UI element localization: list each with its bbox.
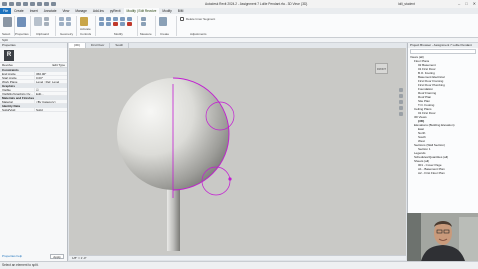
options-bar-label: Split	[2, 38, 8, 42]
viewcube[interactable]: FRONT	[375, 63, 388, 74]
presenter-video	[407, 213, 478, 261]
panel-adjustments: Adjustments	[190, 32, 207, 36]
zoom-extents-icon[interactable]	[399, 112, 403, 116]
navigation-bar	[398, 88, 404, 128]
split-element-icon[interactable]	[113, 22, 118, 26]
panel-create: Create	[160, 32, 170, 36]
ribbon: Select Properties Clipboard Geometry Act…	[0, 14, 478, 38]
family-type-icon: R	[4, 50, 14, 61]
edit-type-button[interactable]: Edit Type	[53, 63, 67, 68]
panel-geometry: Geometry	[60, 32, 74, 36]
delete-inner-segment-checkbox[interactable]	[180, 17, 184, 21]
browser-tree: Views (all) Floor Plans 02 Basement 01 Firs…	[408, 55, 478, 175]
panel-controls: Controls	[80, 32, 92, 36]
mirror-icon[interactable]	[113, 17, 118, 21]
vis-override-edit-button[interactable]: Edit...	[34, 92, 67, 95]
visible-checkbox[interactable]: ☑	[34, 88, 67, 91]
project-browser-header: Project Browser - Assignment 7 Lollie Pe…	[408, 43, 478, 48]
cope-icon[interactable]	[59, 17, 64, 21]
material-value[interactable]: <By Category>	[34, 100, 67, 103]
3d-view-icon[interactable]	[51, 2, 56, 6]
modify-icon[interactable]	[3, 17, 12, 27]
array-icon[interactable]	[120, 22, 125, 26]
undo-icon[interactable]	[16, 2, 21, 6]
open-icon[interactable]	[2, 2, 7, 6]
property-row[interactable]: Solid/Void Solid	[0, 108, 67, 112]
delete-icon[interactable]	[127, 22, 132, 26]
model-viewport[interactable]	[69, 48, 406, 255]
dimension-icon[interactable]	[141, 22, 146, 26]
move-icon[interactable]	[120, 17, 125, 21]
maximize-button[interactable]: □	[465, 1, 467, 6]
panel-measure: Measure	[140, 32, 152, 36]
cut-geometry-icon[interactable]	[66, 17, 71, 21]
quick-access-toolbar	[0, 0, 90, 8]
title-bar: Autodesk Revit 2024.2 - Assignment 7 Lol…	[0, 0, 478, 8]
create-similar-icon[interactable]	[159, 17, 167, 26]
window-title: Autodesk Revit 2024.2 - Assignment 7 Lol…	[205, 2, 308, 6]
offset-icon[interactable]	[106, 17, 111, 21]
start-angle-value[interactable]: 0.00°	[34, 76, 67, 79]
copy-icon[interactable]	[44, 22, 49, 26]
text-icon[interactable]	[44, 2, 49, 6]
window-controls: – □ ✕	[458, 1, 476, 6]
status-text: Select an element to split.	[2, 263, 39, 267]
work-plane-value: Level : Ref. Level	[34, 80, 67, 83]
rotate-icon[interactable]	[99, 22, 104, 26]
view-scale[interactable]: 1/8" = 1'-0"	[72, 256, 87, 260]
browser-search-input[interactable]	[410, 49, 476, 54]
print-icon[interactable]	[30, 2, 35, 6]
view-control-bar: 1/8" = 1'-0"	[69, 255, 406, 260]
minimize-button[interactable]: –	[458, 1, 460, 6]
user-account[interactable]: lolli_student	[398, 2, 415, 6]
join-icon[interactable]	[59, 22, 64, 26]
type-selector[interactable]: R	[0, 48, 67, 63]
measure-distance-icon[interactable]	[141, 17, 146, 21]
activate-label: Activate	[80, 27, 91, 31]
activate-controls-icon[interactable]	[80, 17, 88, 26]
cursor-point[interactable]	[228, 177, 232, 181]
steering-wheel-icon[interactable]	[399, 88, 403, 92]
solid-void-value[interactable]: Solid	[34, 108, 67, 111]
measure-icon[interactable]	[37, 2, 42, 6]
close-button[interactable]: ✕	[473, 1, 476, 6]
end-angle-value[interactable]: 360.00°	[34, 72, 67, 75]
webcam-overlay	[407, 213, 478, 261]
cut-icon[interactable]	[44, 17, 49, 21]
panel-select: Select	[2, 32, 11, 36]
panel-clipboard: Clipboard	[36, 32, 49, 36]
properties-icon[interactable]	[17, 17, 26, 27]
browser-tree-item[interactable]: A2 - First Floor Plan	[408, 171, 478, 175]
properties-help-link[interactable]: Properties help	[2, 254, 22, 258]
revit-window: Autodesk Revit 2024.2 - Assignment 7 Lol…	[0, 0, 478, 269]
properties-panel: Properties R Revolve Edit Type Constrain…	[0, 43, 68, 261]
drawing-canvas[interactable]: FRONT	[69, 48, 406, 255]
apply-button[interactable]: Apply	[50, 254, 64, 259]
orbit-icon[interactable]	[399, 100, 403, 104]
zoom-icon[interactable]	[399, 94, 403, 98]
delete-inner-segment-label: Delete Inner Segment	[186, 17, 216, 21]
align-icon[interactable]	[99, 17, 104, 21]
split-face-icon[interactable]	[66, 22, 71, 26]
trim-icon[interactable]	[106, 22, 111, 26]
snap-circle-bottom[interactable]	[201, 166, 231, 196]
copy-element-icon[interactable]	[127, 17, 132, 21]
pendant-stem[interactable]	[167, 188, 180, 251]
save-icon[interactable]	[9, 2, 14, 6]
paste-icon[interactable]	[34, 17, 42, 26]
status-bar: Select an element to split.	[0, 261, 478, 269]
panel-properties: Properties	[15, 32, 29, 36]
panel-modify: Modify	[114, 32, 123, 36]
redo-icon[interactable]	[23, 2, 28, 6]
pan-icon[interactable]	[399, 106, 403, 110]
